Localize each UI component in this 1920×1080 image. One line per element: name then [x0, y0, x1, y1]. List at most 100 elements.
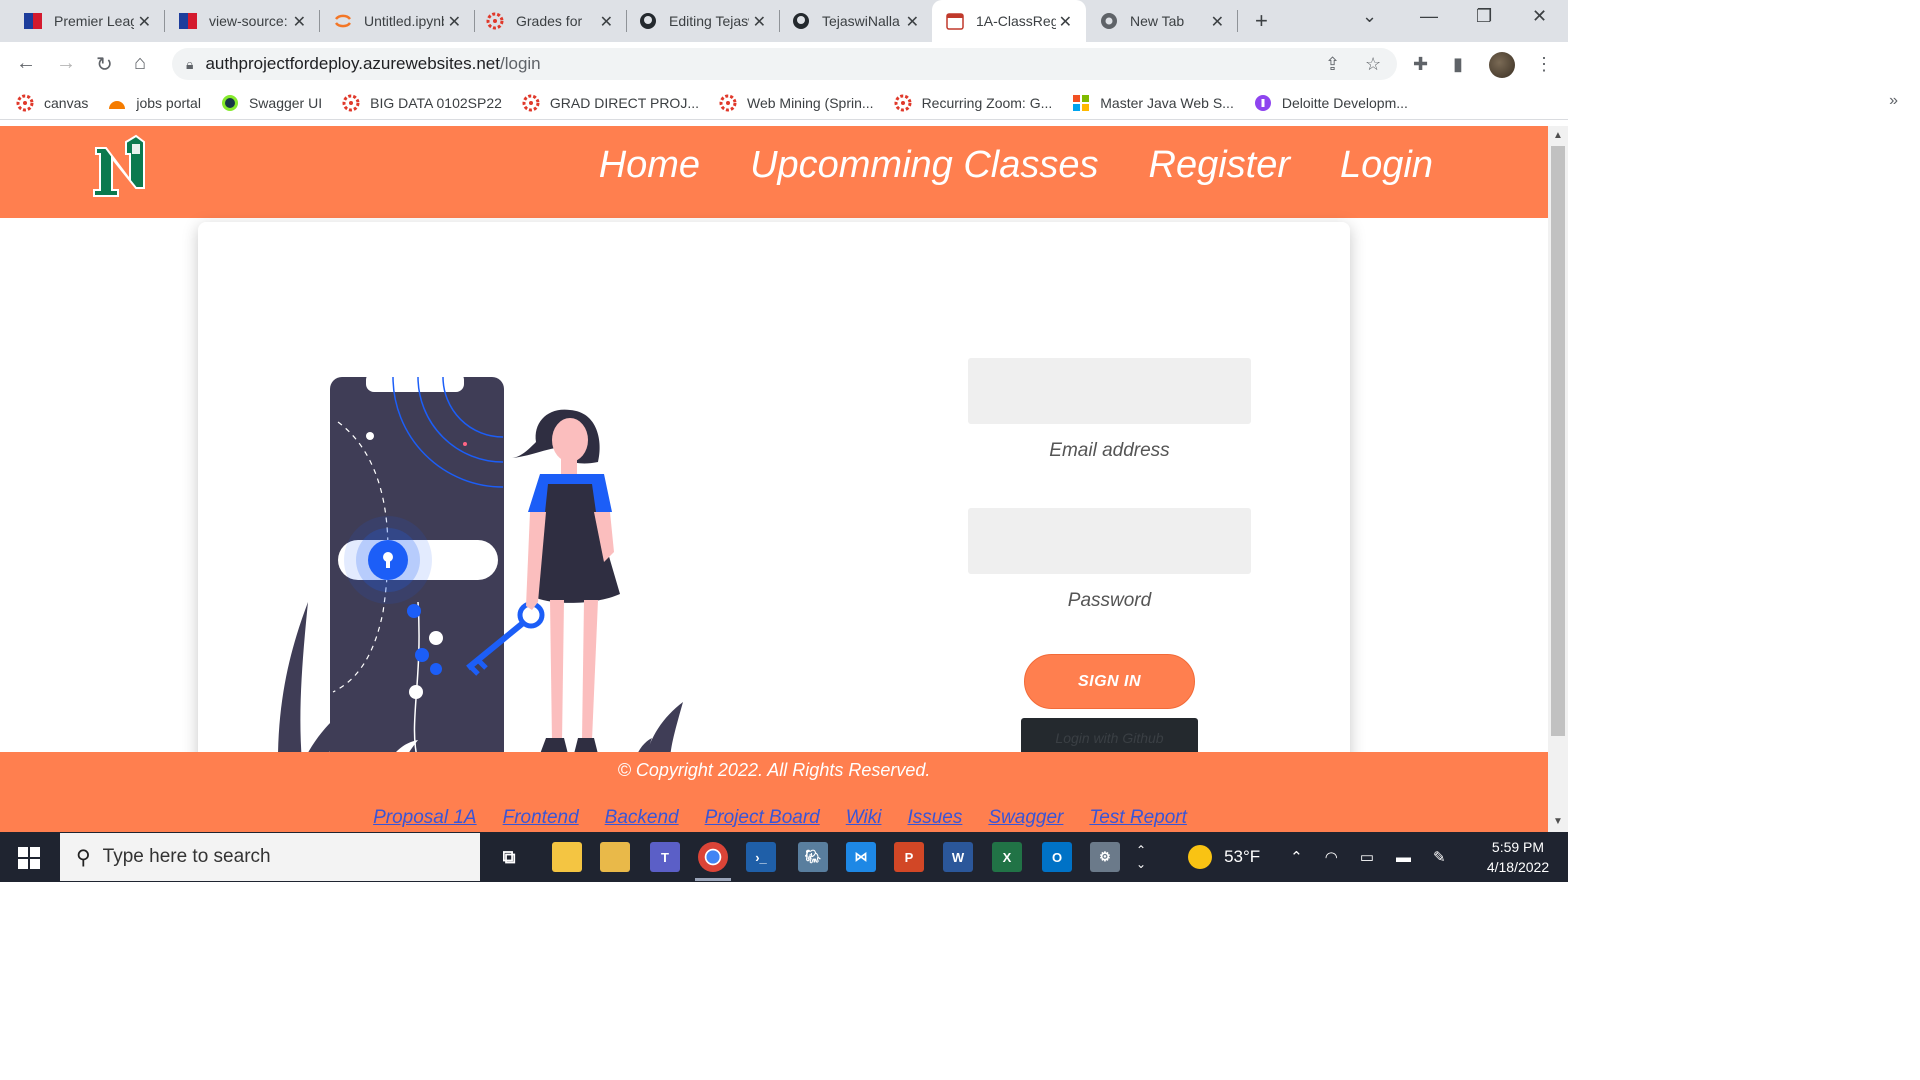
close-icon[interactable]: ✕ — [753, 12, 766, 32]
footer-link-project-board[interactable]: Project Board — [705, 807, 820, 829]
vscode-icon[interactable]: ⋈ — [846, 842, 876, 872]
system-tray: ⌃ ⌄ 53°F ⌃ ◠ ▭ ▬ ✎ — [1132, 832, 1446, 882]
more-bookmarks-icon[interactable]: » — [1889, 92, 1898, 110]
email-label: Email address — [1049, 440, 1170, 461]
browser-tab[interactable]: TejaswiNalla ✕ — [768, 0, 933, 42]
lock-icon[interactable]: 🔒︎ — [186, 56, 193, 73]
chevron-up-icon[interactable]: ⌃ — [1290, 848, 1303, 866]
weather-temp[interactable]: 53°F — [1224, 847, 1260, 867]
browser-tab[interactable]: view-source: ✕ — [155, 0, 320, 42]
back-icon[interactable]: ← — [16, 52, 36, 75]
close-icon[interactable]: ✕ — [138, 12, 151, 32]
password-field[interactable] — [968, 508, 1251, 574]
site-logo[interactable] — [92, 134, 152, 198]
bookmark-item[interactable]: GRAD DIRECT PROJ... — [522, 94, 699, 112]
display-icon[interactable]: ▭ — [1360, 848, 1374, 866]
forward-icon[interactable]: → — [56, 52, 76, 75]
taskbar-clock[interactable]: 5:59 PM 4/18/2022 — [1478, 837, 1558, 877]
footer-link-frontend[interactable]: Frontend — [503, 807, 579, 829]
minimize-icon[interactable]: — — [1420, 6, 1438, 27]
chrome-icon[interactable] — [698, 842, 728, 872]
taskbar-search[interactable]: ⚲ Type here to search — [60, 833, 480, 881]
task-view-icon[interactable]: ⧉ — [494, 842, 524, 872]
powershell-icon[interactable]: ›_ — [746, 842, 776, 872]
bookmark-star-icon[interactable]: ☆ — [1365, 54, 1381, 75]
nav-register-link[interactable]: Register — [1149, 144, 1291, 187]
scrollbar-thumb[interactable] — [1551, 146, 1565, 736]
footer-link-backend[interactable]: Backend — [605, 807, 679, 829]
powerpoint-icon[interactable]: P — [894, 842, 924, 872]
close-icon[interactable]: ✕ — [1211, 12, 1224, 32]
outlook-icon[interactable]: O — [1042, 842, 1072, 872]
restore-icon[interactable]: ❐ — [1476, 6, 1492, 27]
close-icon[interactable]: ✕ — [293, 12, 306, 32]
address-bar[interactable]: 🔒︎ authprojectfordeploy.azurewebsites.ne… — [172, 48, 1397, 80]
sign-in-button[interactable]: SIGN IN — [1024, 654, 1195, 709]
bookmark-item[interactable]: Master Java Web S... — [1072, 94, 1234, 112]
browser-tab[interactable]: Untitled.ipynb ✕ — [310, 0, 475, 42]
profile-avatar[interactable] — [1489, 52, 1515, 78]
settings-icon[interactable]: ⚙ — [1090, 842, 1120, 872]
browser-tab[interactable]: New Tab ✕ — [1086, 0, 1238, 42]
tray-overflow-icon[interactable]: ⌃ ⌄ — [1136, 843, 1146, 871]
browser-tab[interactable]: Grades for ✕ — [462, 0, 627, 42]
email-field[interactable] — [968, 358, 1251, 424]
close-icon[interactable]: ✕ — [906, 12, 919, 32]
footer-link-wiki[interactable]: Wiki — [846, 807, 882, 829]
footer-link-swagger[interactable]: Swagger — [988, 807, 1063, 829]
menu-kebab-icon[interactable]: ⋮ — [1535, 54, 1553, 75]
bookmark-label: Deloitte Developm... — [1281, 94, 1408, 111]
nav-login-link[interactable]: Login — [1340, 144, 1433, 187]
extensions-icon[interactable]: ✚ — [1413, 54, 1428, 75]
browser-tab[interactable]: Premier League ✕ — [0, 0, 165, 42]
footer-link-proposal[interactable]: Proposal 1A — [373, 807, 477, 829]
scroll-up-icon[interactable]: ▲ — [1553, 130, 1563, 141]
pen-icon[interactable]: ✎ — [1433, 848, 1446, 866]
person-leg — [582, 600, 598, 740]
close-icon[interactable]: ✕ — [600, 12, 613, 32]
bookmark-label: Swagger UI — [248, 94, 323, 111]
reload-icon[interactable]: ↻ — [96, 52, 113, 77]
home-icon[interactable]: ⌂ — [134, 52, 146, 75]
window-close-icon[interactable]: ✕ — [1532, 6, 1547, 27]
bookmark-item[interactable]: Deloitte Developm... — [1254, 94, 1408, 112]
teams-icon[interactable]: T — [650, 842, 680, 872]
site-navbar: Home Upcomming Classes Register Login — [0, 126, 1548, 218]
battery-icon[interactable]: ▬ — [1396, 849, 1411, 866]
login-form: Email address Password SIGN IN Login wit… — [968, 358, 1251, 758]
browser-tab[interactable]: Editing TejaswiNalla ✕ — [615, 0, 780, 42]
person-neck — [561, 457, 577, 475]
share-icon[interactable]: ⇪ — [1325, 54, 1340, 75]
nav-home-link[interactable]: Home — [599, 144, 700, 187]
close-icon[interactable]: ✕ — [448, 12, 461, 32]
footer-link-issues[interactable]: Issues — [907, 807, 962, 829]
bookmark-item[interactable]: jobs portal — [108, 94, 201, 112]
footer-link-test-report[interactable]: Test Report — [1089, 807, 1187, 829]
bookmark-item[interactable]: BIG DATA 0102SP22 — [342, 94, 502, 112]
wifi-icon[interactable]: ◠ — [1325, 848, 1338, 866]
files-icon[interactable] — [600, 842, 630, 872]
weather-sun-icon[interactable] — [1188, 845, 1213, 869]
clock-time: 5:59 PM — [1491, 839, 1545, 855]
bookmark-item[interactable]: canvas — [16, 94, 88, 112]
bookmarks-bar: canvas jobs portal Swagger UI BIG DATA 0… — [0, 86, 1568, 120]
bookmark-label: jobs portal — [136, 94, 201, 111]
tab-search-chevron-icon[interactable]: ⌄ — [1362, 6, 1377, 27]
bookmark-item[interactable]: Web Mining (Sprin... — [719, 94, 874, 112]
scroll-down-icon[interactable]: ▼ — [1553, 816, 1563, 827]
nav-classes-link[interactable]: Upcomming Classes — [750, 144, 1098, 187]
bookmark-item[interactable]: Swagger UI — [221, 94, 322, 112]
page-scrollbar[interactable]: ▲ ▼ — [1548, 126, 1568, 832]
close-icon[interactable]: ✕ — [1059, 12, 1072, 32]
file-explorer-icon[interactable] — [552, 842, 582, 872]
copyright-text: © Copyright 2022. All Rights Reserved. — [617, 760, 931, 780]
browser-tab-active[interactable]: 1A-ClassRegistration ✕ — [932, 0, 1086, 42]
pgadmin-icon[interactable]: 🐘︎ — [798, 842, 828, 872]
windows-start-icon[interactable] — [18, 847, 40, 869]
flower-dot — [407, 604, 421, 618]
bookmark-item[interactable]: Recurring Zoom: G... — [894, 94, 1052, 112]
side-panel-icon[interactable]: ▮ — [1453, 54, 1463, 75]
word-icon[interactable]: W — [943, 842, 973, 872]
excel-icon[interactable]: X — [992, 842, 1022, 872]
new-tab-plus-icon[interactable]: + — [1255, 8, 1268, 34]
